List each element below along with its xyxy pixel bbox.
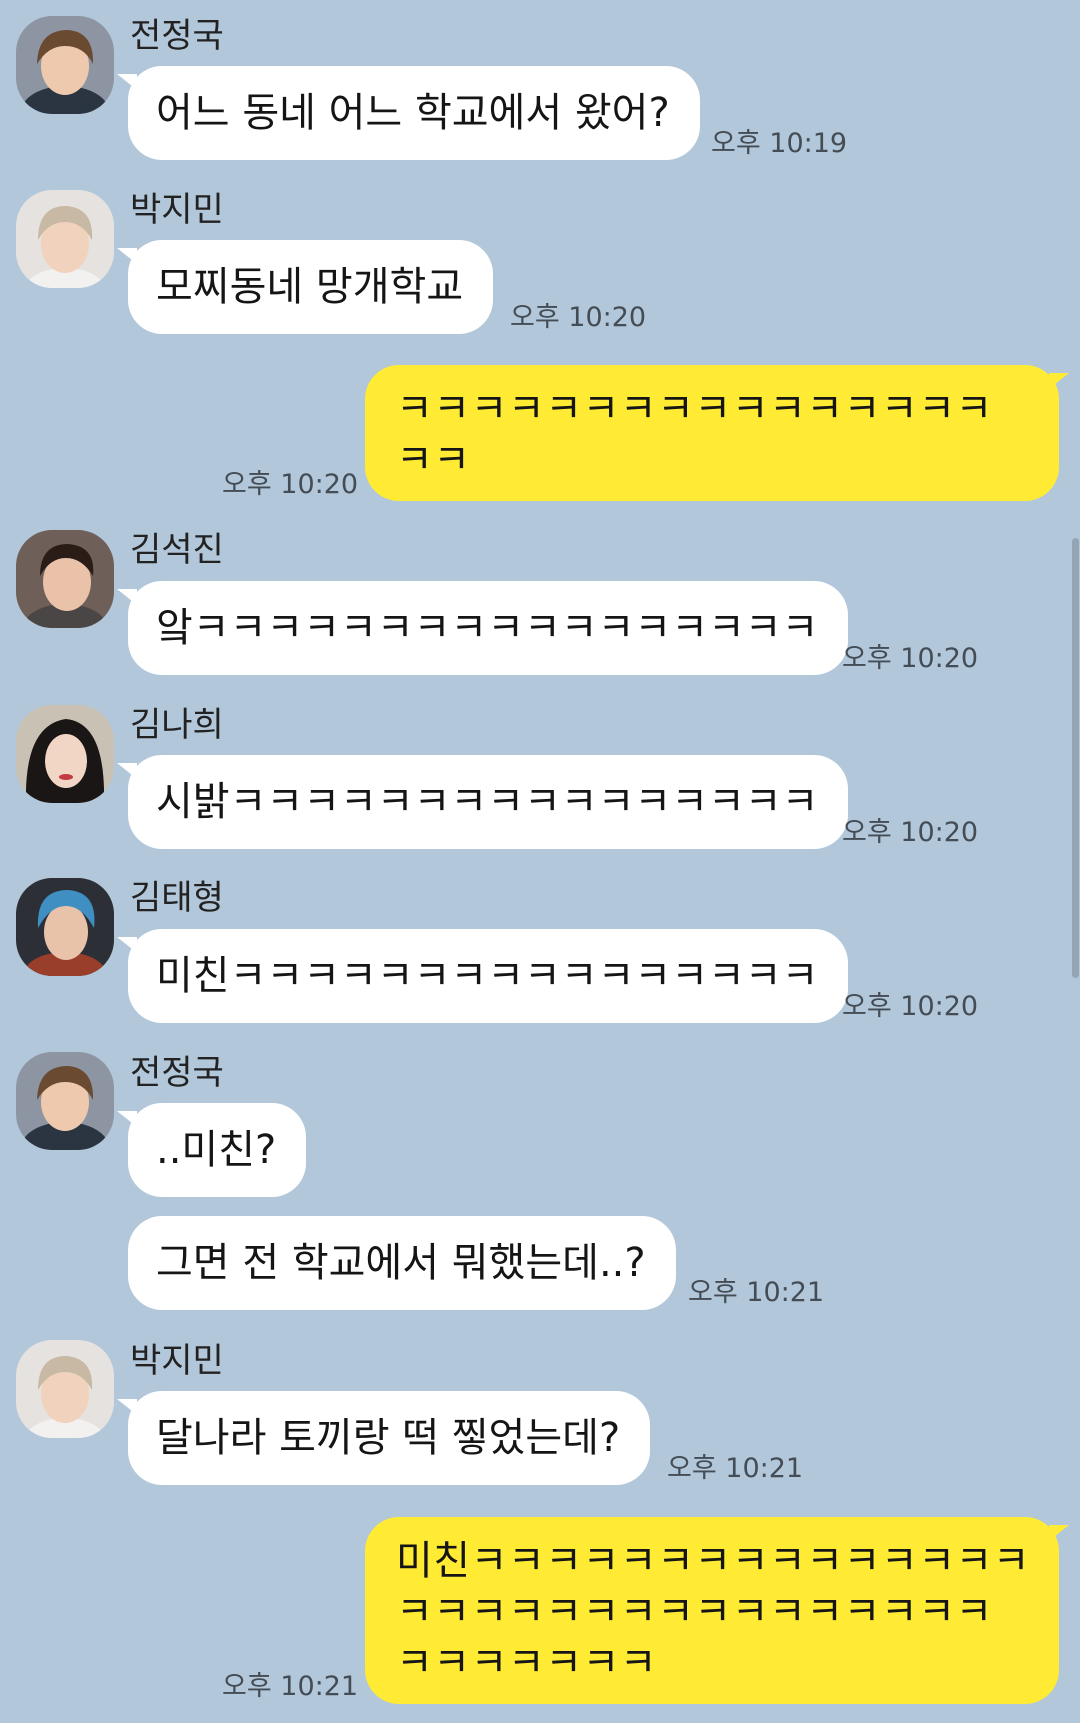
sender-name: 박지민 — [130, 190, 224, 230]
message-time: 오후 10:20 — [222, 469, 359, 500]
profile-photo-icon — [16, 705, 114, 803]
my-message-bubble[interactable]: 미친ㅋㅋㅋㅋㅋㅋㅋㅋㅋㅋㅋㅋㅋㅋㅋ ㅋㅋㅋㅋㅋㅋㅋㅋㅋㅋㅋㅋㅋㅋㅋㅋ ㅋㅋㅋㅋㅋ… — [365, 1517, 1069, 1704]
message-time: 오후 10:20 — [842, 817, 979, 848]
message-time: 오후 10:20 — [510, 302, 647, 333]
message-bubble[interactable]: 미친ㅋㅋㅋㅋㅋㅋㅋㅋㅋㅋㅋㅋㅋㅋㅋㅋ — [116, 929, 849, 1023]
message-bubble[interactable]: 그면 전 학교에서 뭐했는데..? — [128, 1216, 676, 1310]
profile-photo-icon — [16, 1052, 114, 1150]
message-bubble[interactable]: 시밝ㅋㅋㅋㅋㅋㅋㅋㅋㅋㅋㅋㅋㅋㅋㅋㅋ — [116, 755, 849, 849]
profile-photo-icon — [16, 1340, 114, 1438]
avatar[interactable] — [16, 878, 114, 976]
message-time: 오후 10:19 — [711, 128, 848, 159]
sender-name: 김나희 — [130, 705, 224, 745]
message-line: ㅋㅋㅋㅋㅋㅋㅋㅋㅋㅋㅋㅋㅋㅋㅋㅋ — [396, 1589, 993, 1635]
message-time: 오후 10:21 — [667, 1453, 804, 1484]
message-bubble[interactable]: 달나라 토끼랑 떡 찧었는데? — [116, 1391, 651, 1485]
sender-name: 박지민 — [130, 1341, 224, 1381]
avatar[interactable] — [16, 1052, 114, 1150]
profile-photo-icon — [16, 530, 114, 628]
message-time: 오후 10:21 — [222, 1671, 359, 1702]
sender-name: 전정국 — [130, 16, 224, 56]
avatar[interactable] — [16, 16, 114, 114]
chat-message-list[interactable]: 전정국 어느 동네 어느 학교에서 왔어? 오후 10:19 박지민 모찌동네 … — [0, 0, 1080, 1723]
message-time: 오후 10:21 — [688, 1277, 825, 1308]
avatar[interactable] — [16, 705, 114, 803]
message-line: ㅋㅋ — [396, 437, 471, 483]
scrollbar[interactable] — [1072, 538, 1079, 978]
message-line: ㅋㅋㅋㅋㅋㅋㅋ — [396, 1640, 658, 1686]
message-bubble[interactable]: 앜ㅋㅋㅋㅋㅋㅋㅋㅋㅋㅋㅋㅋㅋㅋㅋㅋㅋ — [116, 581, 849, 675]
message-bubble[interactable]: 어느 동네 어느 학교에서 왔어? — [117, 66, 700, 160]
sender-name: 김태형 — [130, 878, 224, 918]
my-message-bubble[interactable]: ㅋㅋㅋㅋㅋㅋㅋㅋㅋㅋㅋㅋㅋㅋㅋㅋ ㅋㅋ — [365, 365, 1069, 501]
message-line: 미친ㅋㅋㅋㅋㅋㅋㅋㅋㅋㅋㅋㅋㅋㅋㅋ — [396, 1538, 1031, 1584]
profile-photo-icon — [16, 190, 114, 288]
message-time: 오후 10:20 — [842, 643, 979, 674]
sender-name: 전정국 — [130, 1053, 224, 1093]
avatar[interactable] — [16, 530, 114, 628]
message-bubble[interactable]: 모찌동네 망개학교 — [116, 240, 494, 334]
avatar[interactable] — [16, 1340, 114, 1438]
message-bubble[interactable]: ..미친? — [116, 1103, 307, 1197]
profile-photo-icon — [16, 878, 114, 976]
message-line: ㅋㅋㅋㅋㅋㅋㅋㅋㅋㅋㅋㅋㅋㅋㅋㅋ — [396, 386, 993, 432]
message-time: 오후 10:20 — [842, 991, 979, 1022]
profile-photo-icon — [16, 16, 114, 114]
avatar[interactable] — [16, 190, 114, 288]
sender-name: 김석진 — [130, 530, 224, 570]
